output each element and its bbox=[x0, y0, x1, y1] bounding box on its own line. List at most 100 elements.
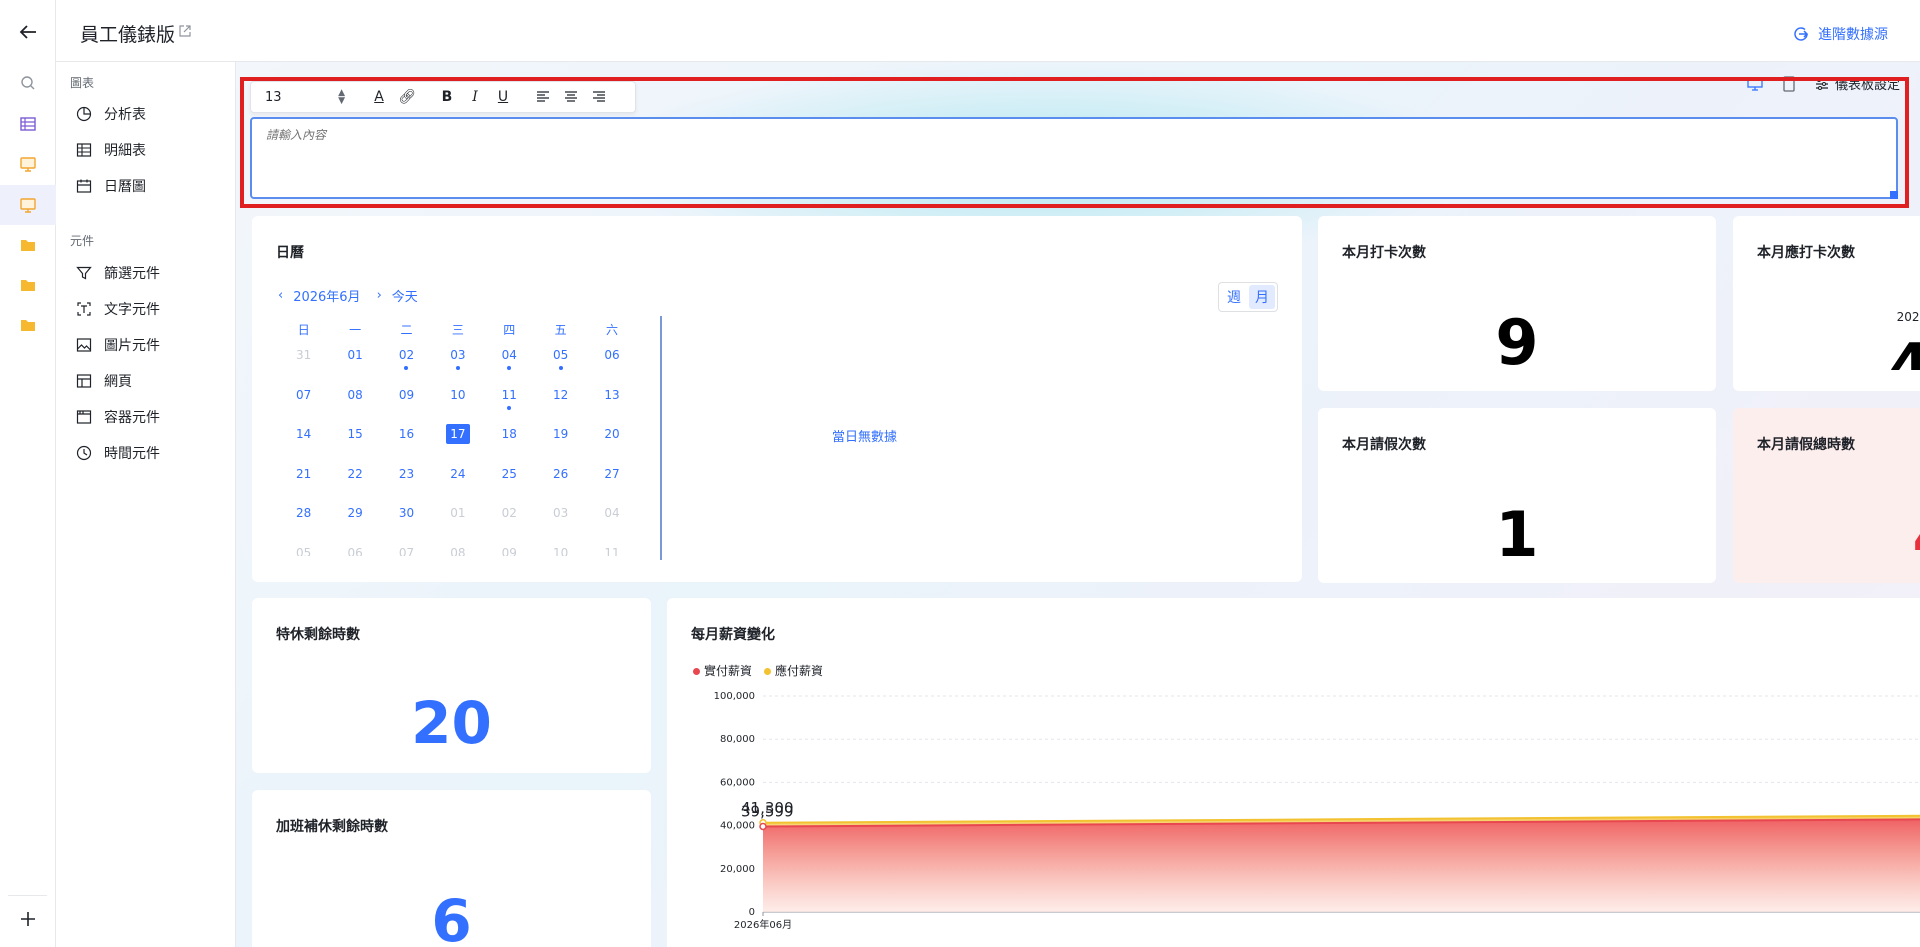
calendar-day[interactable]: 27 bbox=[586, 461, 637, 501]
calendar-week-row: 07 08 09 10 11 12 13 bbox=[278, 382, 690, 422]
calendar-day[interactable]: 24 bbox=[432, 461, 483, 501]
calendar-day[interactable]: 02 bbox=[381, 342, 432, 382]
calendar-icon bbox=[76, 179, 92, 193]
calendar-day-number: 02 bbox=[398, 348, 415, 362]
calendar-day[interactable]: 03 bbox=[432, 342, 483, 382]
rail-dashboard-2[interactable] bbox=[0, 185, 56, 225]
panel-item-text[interactable]: 文字元件 bbox=[76, 297, 160, 321]
rail-search[interactable] bbox=[0, 63, 56, 103]
calendar-day[interactable]: 07 bbox=[278, 382, 329, 422]
prev-month-icon[interactable]: ‹ bbox=[278, 288, 283, 303]
y-tick-label: 80,000 bbox=[720, 734, 755, 745]
calendar-day[interactable]: 18 bbox=[484, 421, 535, 461]
panel-item-image[interactable]: 圖片元件 bbox=[76, 333, 160, 357]
calendar-week-row: 14 15 16 17 18 19 20 bbox=[278, 421, 690, 461]
calendar-day[interactable]: 05 bbox=[535, 342, 586, 382]
advanced-datasource-button[interactable]: 進階數據源 bbox=[1792, 24, 1888, 44]
font-color-icon: A bbox=[374, 89, 384, 105]
calendar-day[interactable]: 23 bbox=[381, 461, 432, 501]
calendar-day[interactable]: 07 bbox=[381, 540, 432, 557]
calendar-week-row: 05 06 07 08 09 10 11 bbox=[278, 540, 690, 557]
calendar-day[interactable]: 15 bbox=[329, 421, 380, 461]
calendar-day[interactable]: 12 bbox=[535, 382, 586, 422]
calendar-day[interactable]: 11 bbox=[586, 540, 637, 557]
calendar-day[interactable]: 25 bbox=[484, 461, 535, 501]
calendar-day[interactable]: 06 bbox=[329, 540, 380, 557]
italic-button[interactable]: I bbox=[461, 83, 489, 111]
calendar-day[interactable]: 05 bbox=[278, 540, 329, 557]
month-view-button[interactable]: 月 bbox=[1249, 285, 1275, 309]
kpi-value-clip: 42 bbox=[1733, 336, 1920, 370]
calendar-day[interactable]: 09 bbox=[381, 382, 432, 422]
align-right-button[interactable] bbox=[585, 83, 613, 111]
font-color-button[interactable]: A bbox=[365, 83, 393, 111]
calendar-day[interactable]: 09 bbox=[484, 540, 535, 557]
calendar-day[interactable]: 26 bbox=[535, 461, 586, 501]
panel-item-filter[interactable]: 篩選元件 bbox=[76, 261, 160, 285]
calendar-day[interactable]: 06 bbox=[586, 342, 637, 382]
icon-rail bbox=[0, 0, 56, 947]
calendar-day[interactable]: 14 bbox=[278, 421, 329, 461]
calendar-day[interactable]: 16 bbox=[381, 421, 432, 461]
calendar-day[interactable]: 28 bbox=[278, 500, 329, 540]
italic-icon: I bbox=[472, 89, 478, 105]
calendar-day[interactable]: 01 bbox=[432, 500, 483, 540]
rail-folder-1[interactable] bbox=[0, 225, 56, 265]
back-arrow-icon[interactable] bbox=[16, 20, 40, 44]
underline-icon: U bbox=[497, 89, 509, 105]
panel-item-calendar[interactable]: 日曆圖 bbox=[76, 174, 146, 198]
kpi-card-leave-hours: 本月請假總時數 4 bbox=[1733, 408, 1920, 583]
calendar-day[interactable]: 04 bbox=[484, 342, 535, 382]
calendar-day[interactable]: 21 bbox=[278, 461, 329, 501]
panel-item-analysis[interactable]: 分析表 bbox=[76, 102, 146, 126]
calendar-day[interactable]: 08 bbox=[432, 540, 483, 557]
today-link[interactable]: 今天 bbox=[392, 286, 418, 305]
calendar-day-number: 09 bbox=[501, 545, 517, 557]
align-center-button[interactable] bbox=[557, 83, 585, 111]
calendar-day[interactable]: 03 bbox=[535, 500, 586, 540]
text-content-input[interactable] bbox=[266, 128, 1882, 142]
text-component-editor[interactable] bbox=[250, 117, 1898, 199]
panel-item-container[interactable]: 容器元件 bbox=[76, 405, 160, 429]
calendar-day[interactable]: 22 bbox=[329, 461, 380, 501]
font-size-stepper[interactable]: 13 ▲ ▼ bbox=[257, 85, 353, 109]
calendar-day[interactable]: 08 bbox=[329, 382, 380, 422]
panel-item-detail-table[interactable]: 明細表 bbox=[76, 138, 146, 162]
align-left-button[interactable] bbox=[529, 83, 557, 111]
resize-handle[interactable] bbox=[1890, 191, 1898, 199]
rail-divider bbox=[8, 895, 47, 896]
rail-table[interactable] bbox=[0, 104, 56, 144]
calendar-day[interactable]: 29 bbox=[329, 500, 380, 540]
week-view-button[interactable]: 週 bbox=[1221, 285, 1247, 309]
calendar-day[interactable]: 10 bbox=[432, 382, 483, 422]
calendar-day[interactable]: 10 bbox=[535, 540, 586, 557]
calendar-day[interactable]: 02 bbox=[484, 500, 535, 540]
rail-folder-3[interactable] bbox=[0, 305, 56, 345]
bold-button[interactable]: B bbox=[433, 83, 461, 111]
external-link-icon[interactable] bbox=[178, 24, 192, 38]
panel-item-time[interactable]: 時間元件 bbox=[76, 441, 160, 465]
calendar-day[interactable]: 19 bbox=[535, 421, 586, 461]
calendar-day[interactable]: 13 bbox=[586, 382, 637, 422]
panel-item-webpage[interactable]: 網頁 bbox=[76, 369, 132, 393]
next-month-icon[interactable]: › bbox=[377, 288, 382, 303]
link-button[interactable]: 🔗︎ bbox=[393, 83, 421, 111]
add-icon[interactable] bbox=[17, 908, 39, 930]
container-icon bbox=[76, 410, 92, 424]
calendar-week-row: 21 22 23 24 25 26 27 bbox=[278, 461, 690, 501]
calendar-day[interactable]: 20 bbox=[586, 421, 637, 461]
calendar-day-number: 07 bbox=[398, 545, 415, 557]
calendar-day[interactable]: 04 bbox=[586, 500, 637, 540]
calendar-day[interactable]: 11 bbox=[484, 382, 535, 422]
underline-button[interactable]: U bbox=[489, 83, 517, 111]
calendar-day-number: 05 bbox=[296, 545, 312, 557]
calendar-day[interactable]: 01 bbox=[329, 342, 380, 382]
calendar-day-number: 08 bbox=[450, 545, 466, 557]
rail-dashboard-1[interactable] bbox=[0, 144, 56, 184]
rail-folder-2[interactable] bbox=[0, 265, 56, 305]
calendar-day[interactable]: 31 bbox=[278, 342, 329, 382]
calendar-day[interactable]: 30 bbox=[381, 500, 432, 540]
y-tick-label: 60,000 bbox=[720, 777, 755, 788]
y-tick-label: 40,000 bbox=[720, 821, 755, 832]
calendar-day[interactable]: 17 bbox=[432, 421, 483, 461]
